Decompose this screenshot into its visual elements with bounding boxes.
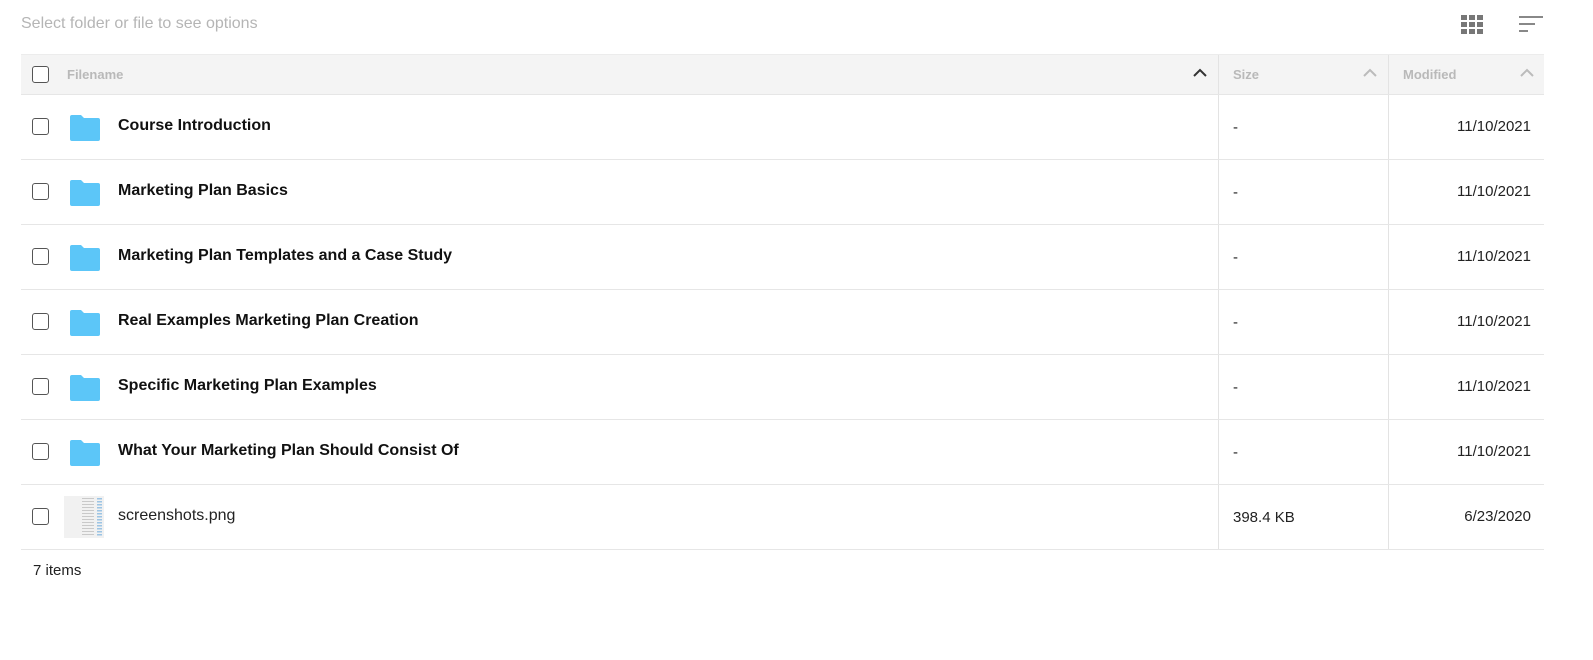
modified-cell: 11/10/2021 xyxy=(1457,443,1531,460)
folder-name[interactable]: Marketing Plan Basics xyxy=(118,182,288,200)
table-row[interactable]: Marketing Plan Templates and a Case Stud… xyxy=(21,225,1544,290)
row-checkbox[interactable] xyxy=(32,443,49,460)
folder-name[interactable]: Course Introduction xyxy=(118,117,271,135)
column-divider xyxy=(1218,55,1219,94)
grid-view-icon[interactable] xyxy=(1460,14,1484,34)
folder-icon xyxy=(70,310,100,336)
select-all-checkbox[interactable] xyxy=(32,66,49,83)
size-cell: - xyxy=(1233,314,1238,331)
folder-icon xyxy=(70,440,100,466)
modified-cell: 6/23/2020 xyxy=(1464,508,1531,525)
column-filename[interactable]: Filename xyxy=(67,67,123,82)
column-divider xyxy=(1218,95,1219,159)
file-name[interactable]: screenshots.png xyxy=(118,507,235,525)
column-divider xyxy=(1218,160,1219,224)
size-cell: - xyxy=(1233,444,1238,461)
folder-name[interactable]: Real Examples Marketing Plan Creation xyxy=(118,312,419,330)
row-checkbox[interactable] xyxy=(32,313,49,330)
column-divider xyxy=(1388,355,1389,419)
size-cell: - xyxy=(1233,184,1238,201)
image-thumbnail xyxy=(64,496,104,538)
folder-icon xyxy=(70,375,100,401)
table-header: Filename Size Modified xyxy=(21,54,1544,95)
folder-icon xyxy=(70,115,100,141)
row-checkbox[interactable] xyxy=(32,118,49,135)
table-body: Course Introduction -11/10/2021 Marketing … xyxy=(21,95,1544,550)
size-cell: - xyxy=(1233,379,1238,396)
modified-cell: 11/10/2021 xyxy=(1457,313,1531,330)
column-divider xyxy=(1388,420,1389,484)
size-cell: 398.4 KB xyxy=(1233,509,1295,526)
table-row[interactable]: Real Examples Marketing Plan Creation - 11… xyxy=(21,290,1544,355)
sort-size-chevron-up-icon[interactable] xyxy=(1363,68,1377,78)
table-row[interactable]: Course Introduction - 11/10/2021 xyxy=(21,95,1544,160)
modified-cell: 11/10/2021 xyxy=(1457,118,1531,135)
table-row[interactable]: What Your Marketing Plan Should Consist … xyxy=(21,420,1544,485)
folder-name[interactable]: What Your Marketing Plan Should Consist … xyxy=(118,442,459,460)
folder-name[interactable]: Specific Marketing Plan Examples xyxy=(118,377,377,395)
row-checkbox[interactable] xyxy=(32,378,49,395)
column-divider xyxy=(1388,225,1389,289)
folder-icon xyxy=(70,245,100,271)
column-divider xyxy=(1218,485,1219,549)
column-size[interactable]: Size xyxy=(1233,67,1259,82)
sort-filename-chevron-up-icon[interactable] xyxy=(1193,68,1207,78)
column-modified[interactable]: Modified xyxy=(1403,67,1456,82)
toolbar: Select folder or file to see options xyxy=(0,0,1593,52)
column-divider xyxy=(1388,485,1389,549)
row-checkbox[interactable] xyxy=(32,183,49,200)
modified-cell: 11/10/2021 xyxy=(1457,248,1531,265)
table-row[interactable]: screenshots.png 398.4 KB 6/23/2020 xyxy=(21,485,1544,550)
selection-hint: Select folder or file to see options xyxy=(21,15,258,32)
column-divider xyxy=(1218,290,1219,354)
column-divider xyxy=(1218,420,1219,484)
item-count: 7 items xyxy=(33,562,82,579)
column-divider xyxy=(1388,160,1389,224)
column-divider xyxy=(1388,95,1389,159)
column-divider xyxy=(1218,225,1219,289)
file-table: Filename Size Modified Course Introducti… xyxy=(21,54,1544,550)
row-checkbox[interactable] xyxy=(32,508,49,525)
table-row[interactable]: Marketing Plan Basics - 11/10/2021 xyxy=(21,160,1544,225)
sort-icon[interactable] xyxy=(1519,14,1543,34)
folder-icon xyxy=(70,180,100,206)
column-divider xyxy=(1388,290,1389,354)
table-row[interactable]: Specific Marketing Plan Examples - 11/10/2… xyxy=(21,355,1544,420)
column-divider xyxy=(1388,55,1389,94)
folder-name[interactable]: Marketing Plan Templates and a Case Stud… xyxy=(118,247,452,265)
modified-cell: 11/10/2021 xyxy=(1457,378,1531,395)
column-divider xyxy=(1218,355,1219,419)
modified-cell: 11/10/2021 xyxy=(1457,183,1531,200)
size-cell: - xyxy=(1233,249,1238,266)
size-cell: - xyxy=(1233,119,1238,136)
sort-modified-chevron-up-icon[interactable] xyxy=(1520,68,1534,78)
row-checkbox[interactable] xyxy=(32,248,49,265)
